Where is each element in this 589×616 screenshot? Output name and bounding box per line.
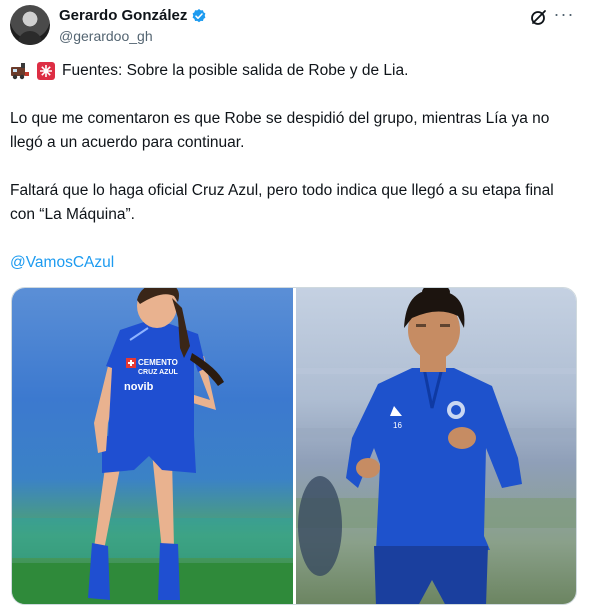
tweet-paragraph-3: Faltará que lo haga oficial Cruz Azul, p… <box>10 182 554 223</box>
jersey-sponsor: novib <box>124 381 154 393</box>
tweet-header: Gerardo González @gerardoo_gh ··· <box>10 5 579 47</box>
display-name[interactable]: Gerardo González <box>59 7 187 24</box>
photo-player-1[interactable]: CEMENTO CRUZ AZUL novib <box>12 288 293 604</box>
tweet-line-1-text: Fuentes: Sobre la posible salida de Robe… <box>62 62 409 79</box>
avatar-figure <box>18 31 42 45</box>
jacket-number: 16 <box>393 421 402 430</box>
photo-player-2[interactable]: 16 <box>296 288 576 604</box>
jersey-text-2: CRUZ AZUL <box>138 369 179 376</box>
handle[interactable]: @gerardoo_gh <box>59 28 153 44</box>
grok-icon[interactable] <box>529 7 549 27</box>
more-icon[interactable]: ··· <box>553 5 575 27</box>
mention-link[interactable]: @VamosCAzul <box>10 251 114 275</box>
sos-emoji-icon <box>36 61 56 81</box>
name-row: Gerardo González <box>59 7 207 24</box>
train-emoji-icon <box>10 61 30 81</box>
tweet-line-1: Fuentes: Sobre la posible salida de Robe… <box>10 59 408 83</box>
media-grid: CEMENTO CRUZ AZUL novib 16 <box>11 287 577 605</box>
avatar[interactable] <box>10 5 50 45</box>
tweet-paragraph-2: Lo que me comentaron es que Robe se desp… <box>10 110 550 151</box>
jersey-text-1: CEMENTO <box>138 358 178 367</box>
verified-badge-icon <box>191 8 207 24</box>
